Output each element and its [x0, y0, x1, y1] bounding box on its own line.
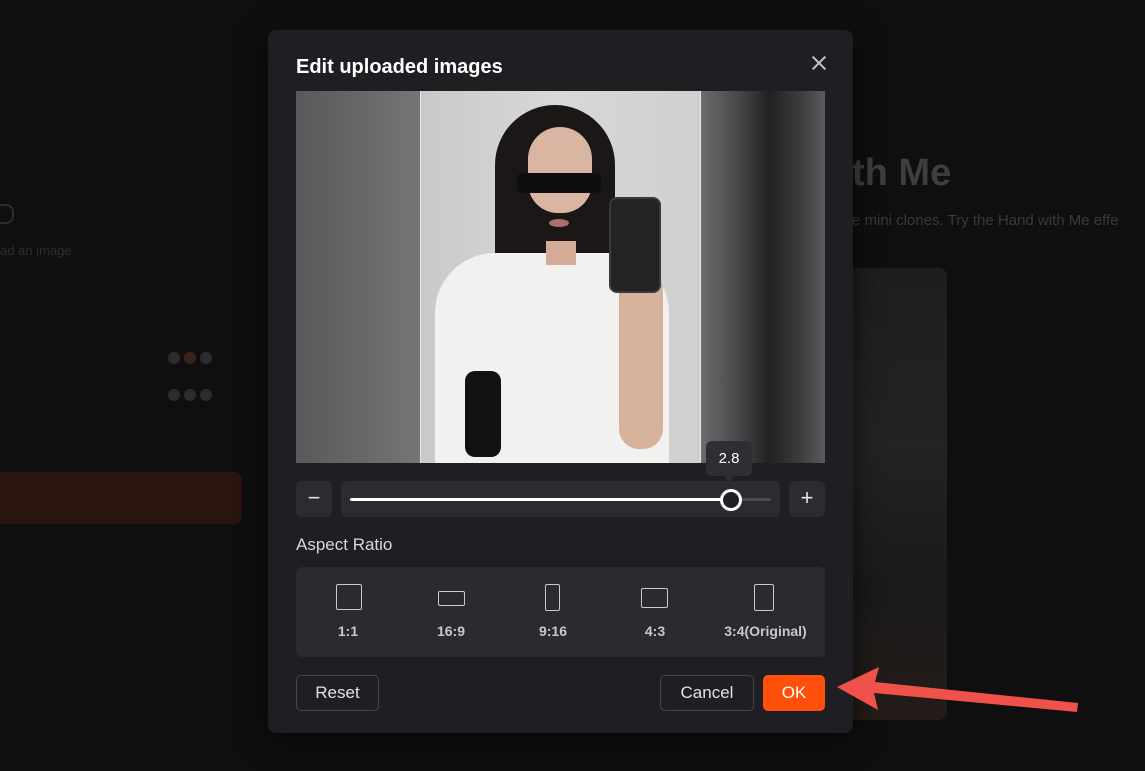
ratio-label: 4:3 [644, 623, 666, 639]
ratio-option-1-1[interactable]: 1:1 [296, 567, 400, 657]
square-ratio-icon [336, 584, 362, 610]
zoom-value-tooltip: 2.8 [706, 441, 752, 482]
zoom-out-button[interactable]: − [296, 481, 332, 517]
close-icon[interactable] [806, 50, 832, 76]
wide-ratio-icon [438, 591, 465, 606]
background-upload-hint: ad an image [0, 243, 72, 258]
ratio-option-9-16[interactable]: 9:16 [502, 567, 604, 657]
ratio-label: 16:9 [436, 623, 466, 639]
cancel-button[interactable]: Cancel [660, 675, 754, 711]
background-preview-image [852, 268, 947, 720]
ratio-option-4-3[interactable]: 4:3 [604, 567, 706, 657]
image-outside-crop-left [296, 91, 420, 463]
zoom-slider[interactable] [341, 481, 780, 517]
background-headline: th Me [852, 152, 952, 194]
ratio-option-3-4-original[interactable]: 3:4(Original) [706, 567, 825, 657]
tall-ratio-icon [545, 584, 560, 611]
image-outside-crop-right [701, 91, 825, 463]
background-subline: e mini clones. Try the Hand with Me effe [852, 212, 1119, 229]
reset-button[interactable]: Reset [296, 675, 379, 711]
annotation-arrow-icon [837, 667, 1078, 712]
zoom-control: − + [296, 481, 825, 517]
aspect-ratio-options: 1:1 16:9 9:16 4:3 3:4(Original) [296, 567, 825, 657]
ratio-label: 3:4(Original) [724, 623, 807, 639]
portrait-ratio-icon [754, 584, 774, 611]
zoom-in-button[interactable]: + [789, 481, 825, 517]
ratio-label: 9:16 [538, 623, 568, 639]
zoom-slider-fill [350, 498, 731, 501]
ok-button[interactable]: OK [763, 675, 825, 711]
upload-icon [0, 204, 14, 224]
ratio-option-16-9[interactable]: 16:9 [400, 567, 502, 657]
landscape-ratio-icon [641, 588, 668, 608]
background-generate-button [0, 472, 242, 524]
image-crop-area[interactable] [296, 91, 825, 463]
dialog-title: Edit uploaded images [296, 56, 503, 78]
zoom-slider-track[interactable] [350, 489, 771, 511]
zoom-slider-thumb[interactable] [720, 489, 742, 511]
background-toggle-row [168, 351, 228, 365]
background-toggle-row [168, 388, 228, 402]
edit-image-dialog: Edit uploaded images 2.8 − + Aspect Rati… [268, 30, 853, 733]
ratio-label: 1:1 [337, 623, 359, 639]
aspect-ratio-label: Aspect Ratio [296, 535, 393, 554]
crop-frame[interactable] [420, 91, 701, 463]
